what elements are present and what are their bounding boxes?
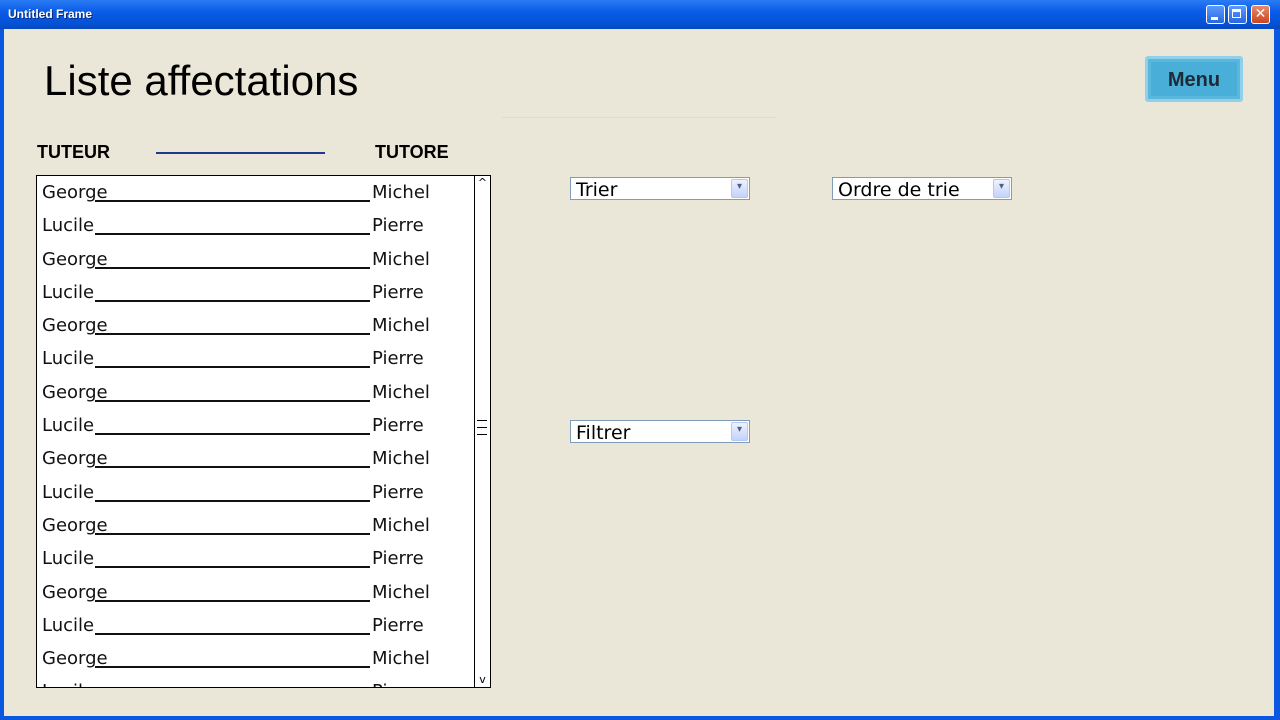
assignment-list-items: George Michel Lucile Pierre George Michel Luci… <box>37 176 475 687</box>
list-item-tutore: Pierre <box>372 348 424 370</box>
list-item-tuteur: Lucile <box>42 281 95 303</box>
chevron-down-icon[interactable]: ▾ <box>731 422 748 441</box>
scroll-down-arrow-icon[interactable]: v <box>475 673 490 687</box>
list-item-tutore: Pierre <box>372 548 424 570</box>
sort-select[interactable]: Trier ▾ <box>570 177 750 201</box>
list-item-connector <box>95 299 370 302</box>
list-item-connector <box>95 632 370 635</box>
list-item[interactable]: Lucile Pierre <box>37 609 475 642</box>
list-item-connector <box>95 499 370 502</box>
list-item-tutore: Michel <box>372 648 430 670</box>
list-item-connector <box>95 532 370 535</box>
list-item-tutore: Michel <box>372 514 430 536</box>
list-item[interactable]: Lucile Pierre <box>37 409 475 442</box>
list-item-tutore: Pierre <box>372 481 424 503</box>
list-item[interactable]: George Michel <box>37 243 475 276</box>
filter-select-value: Filtrer <box>576 422 631 444</box>
scroll-thumb[interactable] <box>477 420 487 442</box>
list-item-tutore: Michel <box>372 315 430 337</box>
list-item[interactable]: Lucile Pierre <box>37 342 475 375</box>
list-item-tutore: Pierre <box>372 681 424 687</box>
list-item-tutore: Pierre <box>372 215 424 237</box>
list-item-connector <box>95 433 370 436</box>
menu-button[interactable]: Menu <box>1145 56 1243 102</box>
column-header-tuteur: TUTEUR <box>37 142 110 162</box>
list-item[interactable]: Lucile Pierre <box>37 276 475 309</box>
maximize-button[interactable] <box>1228 5 1247 24</box>
list-item[interactable]: Lucile Pierre <box>37 675 475 687</box>
header-connector-line <box>156 152 325 154</box>
list-item[interactable]: Lucile Pierre <box>37 209 475 242</box>
app-window: Untitled Frame ✕ Liste affectations Menu… <box>0 0 1280 720</box>
list-item-tuteur: Lucile <box>42 481 95 503</box>
list-item[interactable]: George Michel <box>37 509 475 542</box>
list-item-tutore: Pierre <box>372 415 424 437</box>
list-item[interactable]: George Michel <box>37 576 475 609</box>
scroll-up-arrow-icon[interactable]: ^ <box>475 176 490 190</box>
list-item[interactable]: George Michel <box>37 176 475 209</box>
order-select-value: Ordre de trie <box>838 179 960 201</box>
order-select[interactable]: Ordre de trie ▾ <box>832 177 1012 201</box>
title-bar[interactable]: Untitled Frame ✕ <box>0 0 1280 29</box>
list-item-tutore: Michel <box>372 381 430 403</box>
list-item-connector <box>95 399 370 402</box>
list-item-connector <box>95 599 370 602</box>
list-item[interactable]: George Michel <box>37 642 475 675</box>
list-scrollbar[interactable]: ^ v <box>474 176 490 687</box>
list-item[interactable]: George Michel <box>37 442 475 475</box>
list-item-connector <box>95 366 370 369</box>
list-item[interactable]: George Michel <box>37 309 475 342</box>
assignment-list[interactable]: George Michel Lucile Pierre George Michel Luci… <box>36 175 491 688</box>
list-item-tuteur: Lucile <box>42 348 95 370</box>
list-item-tutore: Michel <box>372 248 430 270</box>
list-item-tuteur: Lucile <box>42 681 94 687</box>
page-title: Liste affectations <box>44 57 359 104</box>
list-item-connector <box>95 200 370 202</box>
list-item-tutore: Michel <box>372 448 430 470</box>
list-item-tutore: Michel <box>372 581 430 603</box>
list-item-tuteur: Lucile <box>42 548 95 570</box>
list-item-connector <box>95 266 370 269</box>
list-item-connector <box>95 233 370 236</box>
column-header-tutore: TUTORE <box>375 142 449 162</box>
filter-select[interactable]: Filtrer ▾ <box>570 420 750 444</box>
list-item-tuteur: Lucile <box>42 215 95 237</box>
list-item-tuteur: Lucile <box>42 415 95 437</box>
sort-select-value: Trier <box>576 179 618 201</box>
window-title: Untitled Frame <box>8 7 93 21</box>
chevron-down-icon[interactable]: ▾ <box>731 179 748 198</box>
minimize-button[interactable] <box>1206 5 1225 24</box>
list-item-tuteur: Lucile <box>42 614 95 636</box>
chevron-down-icon[interactable]: ▾ <box>993 179 1010 198</box>
list-item[interactable]: Lucile Pierre <box>37 476 475 509</box>
list-item-connector <box>95 566 370 569</box>
list-item-connector <box>95 466 370 469</box>
window-content: Liste affectations Menu TUTEUR TUTORE Ge… <box>4 29 1274 716</box>
list-item-connector <box>95 666 370 669</box>
list-item-tutore: Pierre <box>372 281 424 303</box>
close-icon: ✕ <box>1254 6 1267 22</box>
list-item[interactable]: George Michel <box>37 376 475 409</box>
minimize-icon <box>1211 17 1218 20</box>
divider <box>502 117 777 118</box>
list-item-connector <box>95 333 370 336</box>
list-item[interactable]: Lucile Pierre <box>37 542 475 575</box>
list-item-tutore: Pierre <box>372 614 424 636</box>
menu-button-label: Menu <box>1167 69 1221 91</box>
list-item-tutore: Michel <box>372 182 430 203</box>
maximize-icon <box>1232 9 1241 18</box>
close-button[interactable]: ✕ <box>1251 5 1270 24</box>
